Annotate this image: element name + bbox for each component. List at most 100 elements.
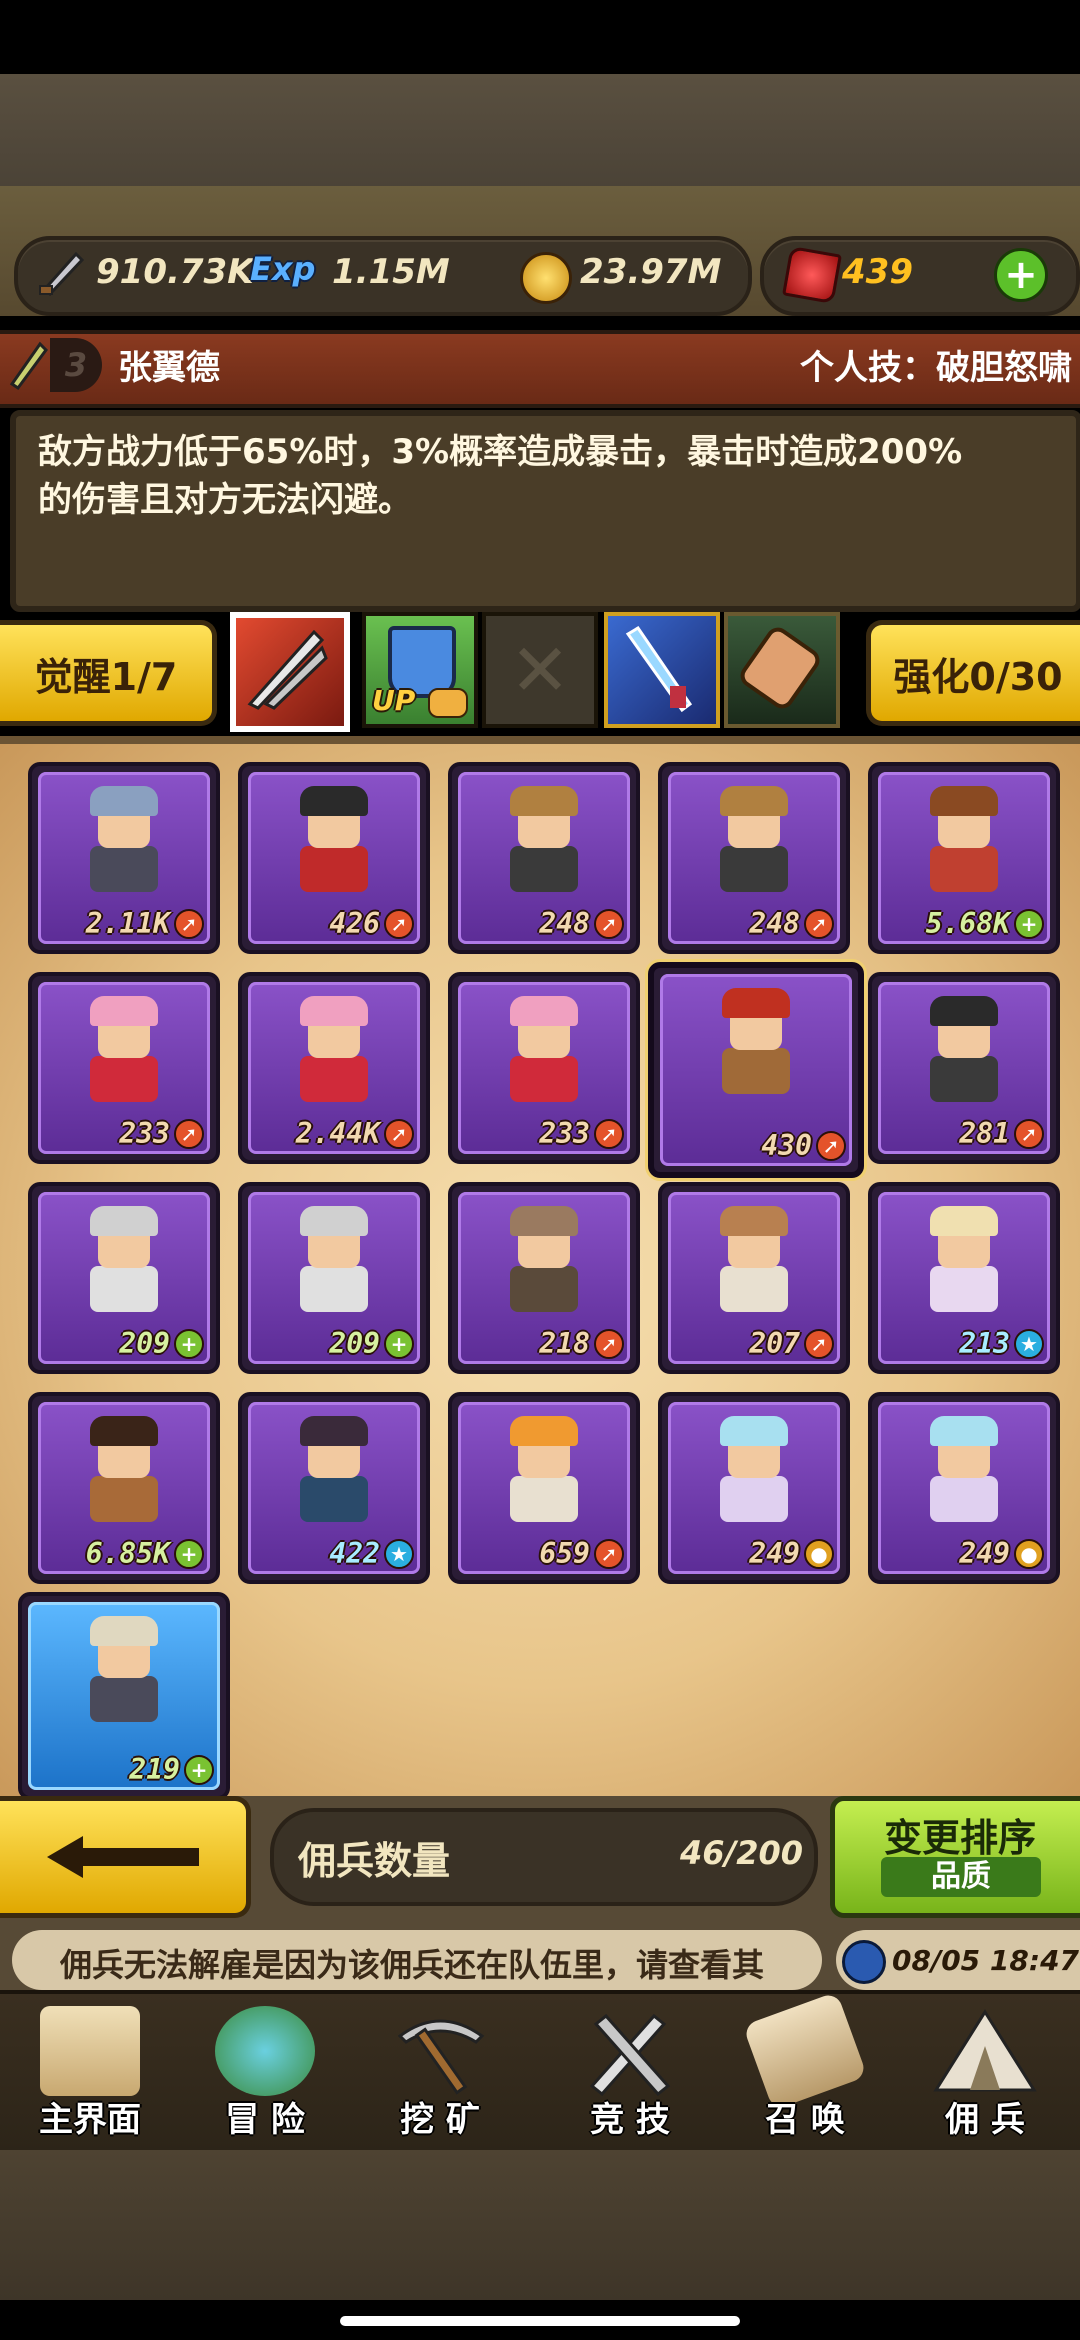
mercenary-level: 249 ● xyxy=(959,1537,1044,1570)
portrait-body xyxy=(930,1056,998,1102)
arrow-badge-icon: ➚ xyxy=(384,1118,414,1149)
mercenary-level-value: 5.68K xyxy=(925,907,1010,940)
mercenary-card[interactable]: 248 ➚ xyxy=(448,762,640,954)
mercenary-portrait xyxy=(916,994,1012,1104)
nav-mining-label: 挖 矿 xyxy=(400,2100,480,2140)
scroll-icon xyxy=(740,627,820,709)
arrow-badge-icon: ➚ xyxy=(594,1538,624,1569)
plus-badge-icon: + xyxy=(174,1538,204,1569)
mercenary-card[interactable]: 2.44K ➚ xyxy=(238,972,430,1164)
arrow-badge-icon: ➚ xyxy=(804,1328,834,1359)
portrait-body xyxy=(300,1476,368,1522)
mercenary-level: 209 + xyxy=(119,1327,204,1360)
clock-icon xyxy=(842,1940,886,1984)
mercenary-level-value: 209 xyxy=(119,1327,170,1360)
mercenary-card[interactable]: 248 ➚ xyxy=(658,762,850,954)
mercenary-level: 430 ➚ xyxy=(761,1129,846,1162)
enhance-button[interactable]: 强化0/30 xyxy=(866,620,1080,726)
crossed-swords-icon xyxy=(247,629,328,710)
mercenary-count-label: 佣兵数量 xyxy=(298,1839,451,1883)
mercenary-portrait xyxy=(706,784,802,894)
status-bar-area xyxy=(0,0,1080,74)
portrait-body xyxy=(90,1676,158,1722)
awaken-button[interactable]: 觉醒1/7 xyxy=(0,620,217,726)
portrait-hair xyxy=(930,786,998,816)
mercenary-card[interactable]: 219 + xyxy=(18,1592,230,1800)
mercenary-level-value: 207 xyxy=(749,1327,800,1360)
hero-class-icon xyxy=(4,334,52,394)
skill-slot-spear[interactable] xyxy=(604,612,720,728)
portrait-body xyxy=(720,1476,788,1522)
mercenary-level: 218 ➚ xyxy=(539,1327,624,1360)
arrow-badge-icon: ➚ xyxy=(174,908,204,939)
mercenary-level-value: 2.44K xyxy=(295,1117,380,1150)
mercenary-card[interactable]: 213 ★ xyxy=(868,1182,1060,1374)
mercenary-card[interactable]: 249 ● xyxy=(868,1392,1060,1584)
mercenary-level: 659 ➚ xyxy=(539,1537,624,1570)
mercenary-portrait xyxy=(76,1614,172,1724)
mercenary-card[interactable]: 207 ➚ xyxy=(658,1182,850,1374)
close-icon: ✕ xyxy=(509,628,571,712)
exp-value: 1.15M xyxy=(332,252,450,292)
sword-icon xyxy=(36,246,88,298)
skill-description-line: 敌方战力低于65%时，3%概率造成暴击，暴击时造成200% xyxy=(38,432,963,472)
nav-summon[interactable]: 召 唤 xyxy=(720,1991,890,2140)
island-icon xyxy=(215,2006,315,2096)
hero-rank-badge: 3 xyxy=(50,338,102,392)
mercenary-card[interactable]: 422 ★ xyxy=(238,1392,430,1584)
portrait-hair xyxy=(930,996,998,1026)
mercenary-portrait xyxy=(76,1204,172,1314)
tent-icon xyxy=(933,2009,1037,2092)
personal-skill-label: 个人技：破胆怒啸 xyxy=(800,348,1072,388)
mercenary-card[interactable]: 659 ➚ xyxy=(448,1392,640,1584)
skill-description-line: 的伤害且对方无法闪避。 xyxy=(38,480,412,520)
mercenary-card[interactable]: 209 + xyxy=(238,1182,430,1374)
mercenary-card[interactable]: 281 ➚ xyxy=(868,972,1060,1164)
portrait-body xyxy=(300,1266,368,1312)
skill-slot-scroll[interactable] xyxy=(724,612,840,728)
crossed-swords-icon xyxy=(589,2013,671,2096)
nav-mercenary[interactable]: 佣 兵 xyxy=(900,2000,1070,2140)
sort-mode: 品质 xyxy=(881,1857,1041,1897)
mercenary-card[interactable]: 5.68K + xyxy=(868,762,1060,954)
star-badge-icon: ★ xyxy=(1014,1328,1044,1359)
mercenary-portrait xyxy=(76,1414,172,1524)
mercenary-level-value: 422 xyxy=(329,1537,380,1570)
mercenary-level-value: 248 xyxy=(539,907,590,940)
nav-main[interactable]: 主界面 xyxy=(5,2000,175,2140)
change-sort-button[interactable]: 变更排序 品质 xyxy=(830,1796,1080,1918)
skill-slot-shield-up[interactable]: UP xyxy=(362,612,478,728)
nav-arena[interactable]: 竞 技 xyxy=(545,2000,715,2140)
mercenary-portrait xyxy=(286,784,382,894)
up-badge: UP xyxy=(372,684,416,717)
mercenary-card[interactable]: 233 ➚ xyxy=(448,972,640,1164)
mercenary-portrait xyxy=(496,994,592,1104)
mercenary-card[interactable]: 209 + xyxy=(28,1182,220,1374)
mercenary-level-value: 248 xyxy=(749,907,800,940)
mercenary-level: 233 ➚ xyxy=(119,1117,204,1150)
portrait-body xyxy=(510,1476,578,1522)
nav-main-label: 主界面 xyxy=(39,2100,141,2140)
mercenary-level-value: 209 xyxy=(329,1327,380,1360)
sort-label: 变更排序 xyxy=(883,1816,1036,1860)
mercenary-card[interactable]: 233 ➚ xyxy=(28,972,220,1164)
mercenary-card[interactable]: 6.85K + xyxy=(28,1392,220,1584)
mercenary-level-value: 213 xyxy=(959,1327,1010,1360)
home-indicator[interactable] xyxy=(340,2316,740,2326)
mercenary-card[interactable]: 2.11K ➚ xyxy=(28,762,220,954)
mercenary-card[interactable]: 426 ➚ xyxy=(238,762,430,954)
skill-slot-sword[interactable] xyxy=(230,612,350,732)
nav-mining[interactable]: 挖 矿 xyxy=(355,2000,525,2140)
portrait-body xyxy=(90,1266,158,1312)
map-scroll-icon xyxy=(40,2006,140,2096)
nav-adventure[interactable]: 冒 险 xyxy=(180,2000,350,2140)
back-button[interactable] xyxy=(0,1796,251,1918)
add-gems-button[interactable]: + xyxy=(994,248,1048,302)
mercenary-card[interactable]: 249 ● xyxy=(658,1392,850,1584)
mercenary-card[interactable]: 218 ➚ xyxy=(448,1182,640,1374)
mercenary-level-value: 233 xyxy=(119,1117,170,1150)
nav-mercenary-label: 佣 兵 xyxy=(945,2100,1025,2140)
mercenary-card[interactable]: 430 ➚ xyxy=(648,962,864,1178)
mercenary-level-value: 281 xyxy=(959,1117,1010,1150)
map-background-bottom xyxy=(0,2150,1080,2300)
